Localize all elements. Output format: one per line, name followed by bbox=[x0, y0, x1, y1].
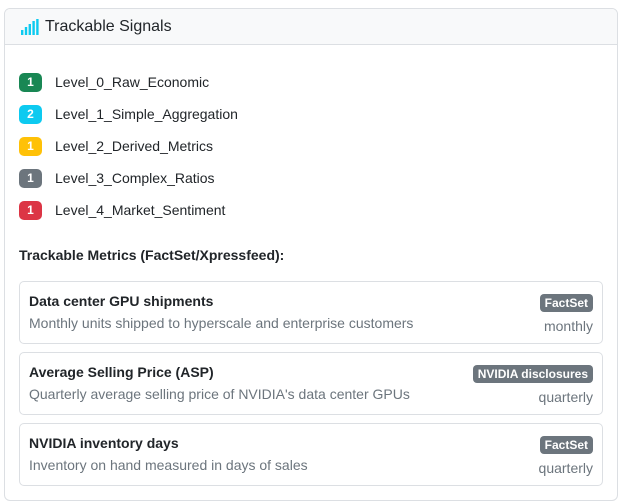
source-badge: FactSet bbox=[539, 436, 593, 454]
level-label: Level_2_Derived_Metrics bbox=[55, 138, 213, 154]
level-row: 1 Level_4_Market_Sentiment bbox=[19, 194, 603, 226]
metric-frequency: quarterly bbox=[538, 460, 593, 476]
signal-bars-icon bbox=[21, 18, 39, 35]
level-label: Level_0_Raw_Economic bbox=[55, 74, 210, 90]
metric-frequency: monthly bbox=[543, 318, 593, 334]
level-row: 1 Level_2_Derived_Metrics bbox=[19, 130, 603, 162]
metrics-heading: Trackable Metrics (FactSet/Xpressfeed): bbox=[19, 247, 285, 263]
metric-name: NVIDIA inventory days bbox=[29, 435, 179, 451]
level-row: 2 Level_1_Simple_Aggregation bbox=[19, 98, 603, 130]
level-count-badge: 1 bbox=[19, 168, 42, 188]
metric-description: Monthly units shipped to hyperscale and … bbox=[29, 315, 414, 331]
level-list: 1 Level_0_Raw_Economic 2 Level_1_Simple_… bbox=[19, 66, 603, 226]
metric-description: Quarterly average selling price of NVIDI… bbox=[29, 386, 410, 402]
level-count-badge: 2 bbox=[19, 104, 42, 124]
metric-item: Data center GPU shipments Monthly units … bbox=[19, 281, 603, 344]
level-row: 1 Level_3_Complex_Ratios bbox=[19, 162, 603, 194]
source-badge: FactSet bbox=[539, 294, 593, 312]
level-count-badge: 1 bbox=[19, 136, 42, 156]
level-label: Level_4_Market_Sentiment bbox=[55, 202, 226, 218]
level-count-badge: 1 bbox=[19, 200, 42, 220]
trackable-signals-card: Trackable Signals 1 Level_0_Raw_Economic… bbox=[4, 8, 618, 501]
metric-name: Data center GPU shipments bbox=[29, 293, 214, 309]
metric-name: Average Selling Price (ASP) bbox=[29, 364, 214, 380]
source-badge: NVIDIA disclosures bbox=[472, 365, 593, 383]
metric-description: Inventory on hand measured in days of sa… bbox=[29, 457, 308, 473]
card-header: Trackable Signals bbox=[5, 9, 617, 45]
card-title: Trackable Signals bbox=[45, 17, 172, 35]
metric-item: NVIDIA inventory days Inventory on hand … bbox=[19, 423, 603, 486]
metric-frequency: quarterly bbox=[538, 389, 593, 405]
level-count-badge: 1 bbox=[19, 72, 42, 92]
level-label: Level_1_Simple_Aggregation bbox=[55, 106, 238, 122]
level-label: Level_3_Complex_Ratios bbox=[55, 170, 215, 186]
metric-item: Average Selling Price (ASP) Quarterly av… bbox=[19, 352, 603, 415]
level-row: 1 Level_0_Raw_Economic bbox=[19, 66, 603, 98]
